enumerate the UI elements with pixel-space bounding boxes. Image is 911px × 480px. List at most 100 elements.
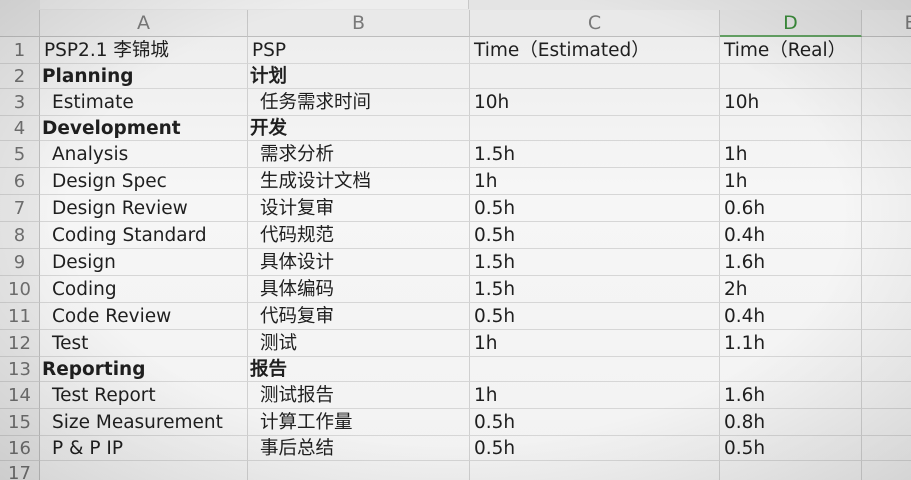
cell-e[interactable] [862, 303, 911, 330]
cell-d[interactable] [720, 461, 862, 480]
cell-a[interactable] [40, 461, 248, 480]
column-header-e[interactable]: E [862, 10, 911, 37]
cell-c[interactable]: 0.5h [470, 303, 720, 330]
cell-e[interactable] [862, 195, 911, 222]
cell-b[interactable]: 测试 [248, 330, 470, 357]
cell-c[interactable] [470, 357, 720, 382]
cell-c[interactable]: 0.5h [470, 409, 720, 436]
formula-area[interactable] [40, 0, 469, 9]
row-header[interactable]: 11 [0, 303, 40, 330]
cell-d[interactable]: 1.6h [720, 249, 862, 276]
row-header[interactable]: 1 [0, 37, 40, 64]
row-header[interactable]: 8 [0, 222, 40, 249]
cell-d[interactable]: 0.6h [720, 195, 862, 222]
cell-a[interactable]: Design Review [40, 195, 248, 222]
cell-d[interactable]: 2h [720, 276, 862, 303]
cell-d[interactable]: 1.6h [720, 382, 862, 409]
cell-e[interactable] [862, 276, 911, 303]
row-header[interactable]: 7 [0, 195, 40, 222]
cell-e[interactable] [862, 37, 911, 64]
cell-a[interactable]: P & P IP [40, 436, 248, 461]
column-header-b[interactable]: B [248, 10, 470, 37]
cell-a[interactable]: PSP2.1 李锦城 [40, 37, 248, 64]
cell-a[interactable]: Code Review [40, 303, 248, 330]
cell-e[interactable] [862, 436, 911, 461]
cell-e[interactable] [862, 461, 911, 480]
cell-a[interactable]: Analysis [40, 141, 248, 168]
cell-b[interactable]: 代码规范 [248, 222, 470, 249]
cell-c[interactable]: 1.5h [470, 249, 720, 276]
row-header[interactable]: 4 [0, 116, 40, 141]
cell-c[interactable] [470, 116, 720, 141]
cell-b[interactable]: 开发 [248, 116, 470, 141]
cell-b[interactable]: 具体设计 [248, 249, 470, 276]
cell-e[interactable] [862, 116, 911, 141]
cell-a[interactable]: Design [40, 249, 248, 276]
cell-e[interactable] [862, 249, 911, 276]
cell-c[interactable] [470, 461, 720, 480]
row-header[interactable]: 12 [0, 330, 40, 357]
cell-e[interactable] [862, 409, 911, 436]
cell-d[interactable] [720, 357, 862, 382]
row-header[interactable]: 6 [0, 168, 40, 195]
cell-b[interactable]: 测试报告 [248, 382, 470, 409]
cell-c[interactable]: Time（Estimated） [470, 37, 720, 64]
cell-c[interactable]: 1h [470, 382, 720, 409]
row-header[interactable]: 13 [0, 357, 40, 382]
row-header[interactable]: 10 [0, 276, 40, 303]
cell-d[interactable]: Time（Real） [720, 37, 862, 64]
row-header[interactable]: 2 [0, 64, 40, 89]
cell-e[interactable] [862, 64, 911, 89]
column-header-c[interactable]: C [470, 10, 720, 37]
row-header[interactable]: 17 [0, 461, 40, 480]
cell-b[interactable]: 计算工作量 [248, 409, 470, 436]
cell-c[interactable]: 1.5h [470, 141, 720, 168]
cell-a[interactable]: Test [40, 330, 248, 357]
select-all-corner[interactable] [0, 10, 40, 37]
cell-c[interactable]: 0.5h [470, 436, 720, 461]
cell-a[interactable]: Coding [40, 276, 248, 303]
cell-b[interactable]: PSP [248, 37, 470, 64]
cell-e[interactable] [862, 168, 911, 195]
cell-c[interactable]: 1.5h [470, 276, 720, 303]
cell-d[interactable] [720, 64, 862, 89]
cell-b[interactable]: 代码复审 [248, 303, 470, 330]
cell-a[interactable]: Reporting [40, 357, 248, 382]
cell-e[interactable] [862, 141, 911, 168]
row-header[interactable]: 15 [0, 409, 40, 436]
cell-a[interactable]: Development [40, 116, 248, 141]
cell-b[interactable]: 事后总结 [248, 436, 470, 461]
cell-a[interactable]: Planning [40, 64, 248, 89]
row-header[interactable]: 5 [0, 141, 40, 168]
row-header[interactable]: 16 [0, 436, 40, 461]
cell-b[interactable]: 具体编码 [248, 276, 470, 303]
cell-d[interactable]: 1.1h [720, 330, 862, 357]
cell-e[interactable] [862, 222, 911, 249]
cell-e[interactable] [862, 382, 911, 409]
cell-a[interactable]: Test Report [40, 382, 248, 409]
cell-d[interactable]: 10h [720, 89, 862, 116]
column-header-d[interactable]: D [720, 10, 862, 37]
row-header[interactable]: 3 [0, 89, 40, 116]
cell-b[interactable]: 报告 [248, 357, 470, 382]
row-header[interactable]: 14 [0, 382, 40, 409]
cell-d[interactable] [720, 116, 862, 141]
cell-c[interactable]: 1h [470, 330, 720, 357]
cell-c[interactable]: 1h [470, 168, 720, 195]
cell-b[interactable]: 生成设计文档 [248, 168, 470, 195]
cell-d[interactable]: 0.8h [720, 409, 862, 436]
cell-d[interactable]: 0.5h [720, 436, 862, 461]
cell-c[interactable] [470, 64, 720, 89]
cell-d[interactable]: 1h [720, 168, 862, 195]
cell-b[interactable]: 计划 [248, 64, 470, 89]
cell-a[interactable]: Estimate [40, 89, 248, 116]
cell-d[interactable]: 0.4h [720, 303, 862, 330]
cell-e[interactable] [862, 89, 911, 116]
cell-a[interactable]: Design Spec [40, 168, 248, 195]
cell-c[interactable]: 10h [470, 89, 720, 116]
cell-b[interactable]: 需求分析 [248, 141, 470, 168]
row-header[interactable]: 9 [0, 249, 40, 276]
cell-a[interactable]: Coding Standard [40, 222, 248, 249]
cell-e[interactable] [862, 357, 911, 382]
cell-b[interactable]: 设计复审 [248, 195, 470, 222]
